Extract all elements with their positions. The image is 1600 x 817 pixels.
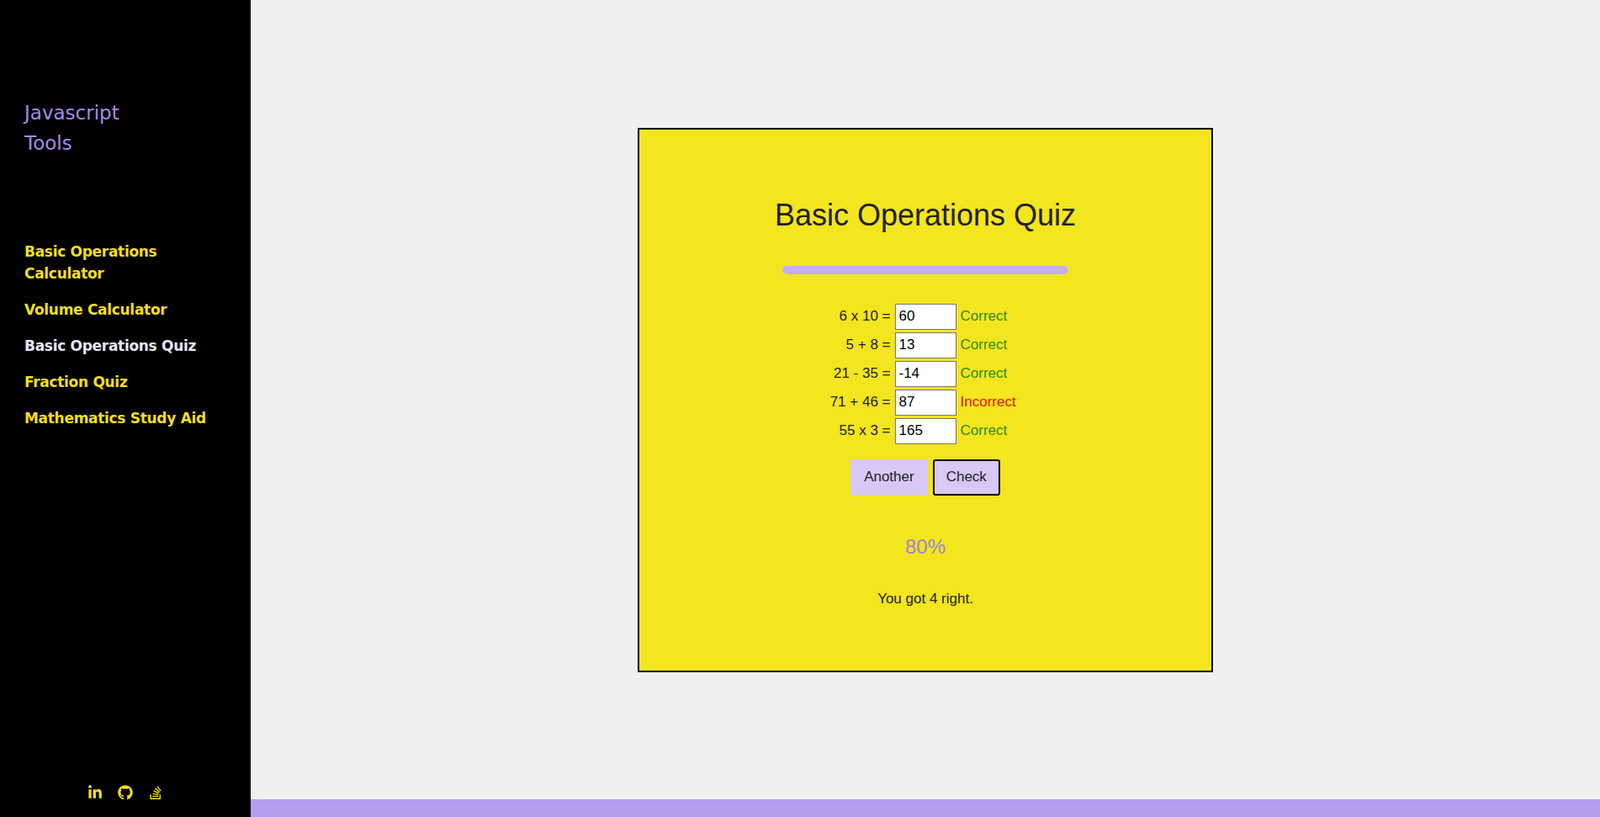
progress-bar [782,265,1069,275]
answer-input[interactable] [895,360,957,387]
social-links [24,784,238,800]
background: Basic Operations Quiz 6 x 10 = Correct 5 + … [250,0,1600,800]
quiz-card: Basic Operations Quiz 6 x 10 = Correct 5 + … [637,127,1214,673]
answer-input[interactable] [895,389,957,416]
nav-item[interactable]: Volume Calculator [24,298,238,321]
quiz-button[interactable]: Check [932,459,1001,496]
progress-fill [782,265,1069,275]
question-result: Correct [960,307,1095,325]
question-list: 6 x 10 = Correct 5 + 8 = Correct 21 - 35 = Co… [757,303,1094,445]
quiz-button[interactable]: Another [850,459,928,496]
score: 80% [905,535,946,559]
social-link[interactable] [148,784,164,800]
question-result: Correct [960,336,1095,354]
main: Basic Operations Quiz 6 x 10 = Correct 5 + … [250,0,1600,817]
quiz-title: Basic Operations Quiz [774,196,1076,234]
question-prompt: 5 + 8 = [757,336,891,354]
question-prompt: 6 x 10 = [757,307,891,325]
score-summary: You got 4 right. [877,590,974,608]
nav-list: Basic Operations Calculator Volume Calcul… [24,240,238,430]
github-icon[interactable] [117,784,133,800]
nav-item[interactable]: Basic Operations Quiz [24,334,238,357]
nav-item[interactable]: Fraction Quiz [24,370,238,393]
answer-input[interactable] [895,418,957,445]
question-prompt: 21 - 35 = [757,365,891,382]
nav-item[interactable]: Mathematics Study Aid [24,407,238,430]
button-row: AnotherCheck [850,459,1001,496]
question-prompt: 71 + 46 = [757,393,891,411]
linkedin-icon[interactable] [87,784,103,800]
question-prompt: 55 x 3 = [757,422,891,440]
answer-input[interactable] [895,332,957,359]
question-result: Correct [960,422,1095,440]
sidebar-title: Javascript Tools [24,97,151,159]
page: Javascript Tools Basic Operations Calcula… [0,0,1600,817]
nav-item[interactable]: Basic Operations Calculator [24,240,238,285]
stackoverflow-icon[interactable] [148,784,164,800]
social-link[interactable] [117,784,133,800]
answer-input[interactable] [895,303,957,330]
question-result: Correct [960,365,1095,382]
social-link[interactable] [87,784,103,800]
bottom-bar [250,799,1600,817]
sidebar: Javascript Tools Basic Operations Calcula… [0,0,251,817]
question-result: Incorrect [960,393,1095,411]
